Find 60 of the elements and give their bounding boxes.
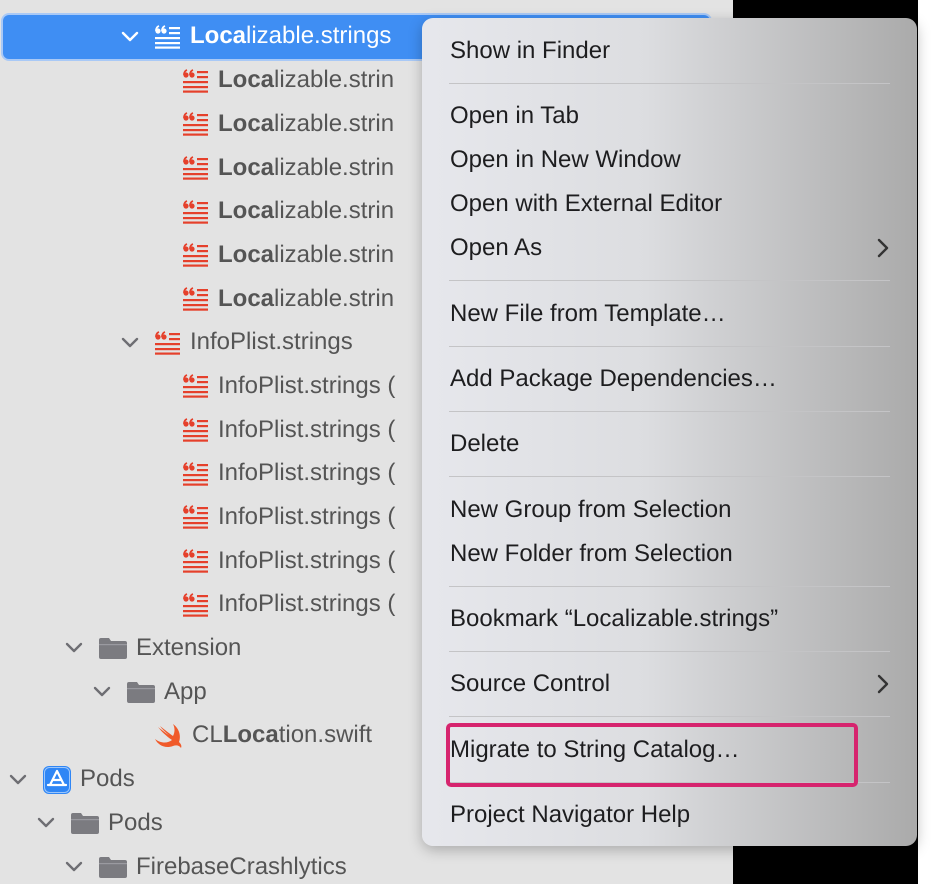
file-name: FirebaseCrashlytics — [136, 852, 347, 882]
disclosure-chevron-icon — [121, 30, 139, 43]
menu-item[interactable]: Open in New Window — [449, 138, 890, 182]
disclosure-chevron-icon — [37, 817, 55, 830]
file-name: App — [164, 678, 207, 707]
menu-item[interactable]: Project Navigator Help — [449, 792, 890, 837]
navigator-row[interactable]: FirebaseCrashlytics — [3, 845, 710, 884]
menu-item[interactable]: Add Package Dependencies… — [449, 356, 890, 401]
menu-item[interactable]: New File from Template… — [449, 292, 890, 336]
menu-item[interactable]: Open with External Editor — [449, 182, 890, 226]
file-name: InfoPlist.strings ( — [218, 590, 396, 620]
swift-bird-icon — [154, 722, 184, 749]
strings-file-icon — [182, 286, 210, 311]
strings-file-icon — [182, 200, 210, 224]
file-name: Localizable.strin — [218, 284, 394, 314]
folder-icon — [70, 811, 100, 836]
strings-file-icon — [182, 418, 210, 442]
strings-file-icon — [182, 505, 210, 530]
disclosure-chevron-icon — [121, 336, 139, 349]
menu-item[interactable]: Migrate to String Catalog… — [446, 722, 858, 787]
strings-file-icon — [182, 374, 210, 398]
file-name: Localizable.strin — [218, 240, 394, 270]
menu-item[interactable]: New Folder from Selection — [449, 532, 890, 576]
file-name: Extension — [136, 634, 242, 663]
strings-file-icon — [182, 592, 210, 617]
file-name: InfoPlist.strings — [190, 328, 353, 358]
file-name: Localizable.strings — [190, 22, 392, 52]
file-name: Localizable.strin — [218, 66, 394, 95]
file-name: CLLocation.swift — [192, 721, 372, 750]
project-icon — [42, 764, 72, 795]
menu-item[interactable]: Open As — [449, 226, 890, 270]
strings-file-icon — [182, 156, 210, 180]
strings-file-icon — [182, 549, 210, 574]
strings-file-icon — [182, 243, 210, 268]
file-name: InfoPlist.strings ( — [218, 546, 396, 576]
file-name: Pods — [108, 808, 163, 838]
strings-file-icon — [182, 112, 210, 136]
disclosure-chevron-icon — [65, 642, 83, 654]
strings-file-icon — [182, 462, 210, 486]
file-name: InfoPlist.strings ( — [218, 503, 396, 532]
folder-icon — [98, 636, 128, 660]
folder-icon — [98, 854, 128, 879]
file-name: Localizable.strin — [218, 154, 394, 182]
menu-item[interactable]: Bookmark “Localizable.strings” — [449, 596, 890, 641]
file-name: Localizable.strin — [218, 197, 394, 226]
strings-file-icon — [154, 330, 182, 355]
file-name: InfoPlist.strings ( — [218, 416, 396, 444]
strings-file-icon — [154, 24, 182, 49]
submenu-chevron-icon — [876, 673, 890, 696]
file-name: Localizable.strin — [218, 110, 394, 139]
file-name: InfoPlist.strings ( — [218, 372, 396, 401]
disclosure-chevron-icon — [65, 860, 83, 873]
folder-icon — [126, 680, 156, 704]
disclosure-chevron-icon — [93, 686, 111, 698]
submenu-chevron-icon — [876, 237, 890, 260]
menu-item[interactable]: Source Control — [449, 662, 890, 706]
strings-file-icon — [182, 68, 210, 93]
file-name: Pods — [80, 765, 135, 794]
disclosure-chevron-icon — [9, 774, 27, 786]
file-name: InfoPlist.strings ( — [218, 459, 396, 488]
